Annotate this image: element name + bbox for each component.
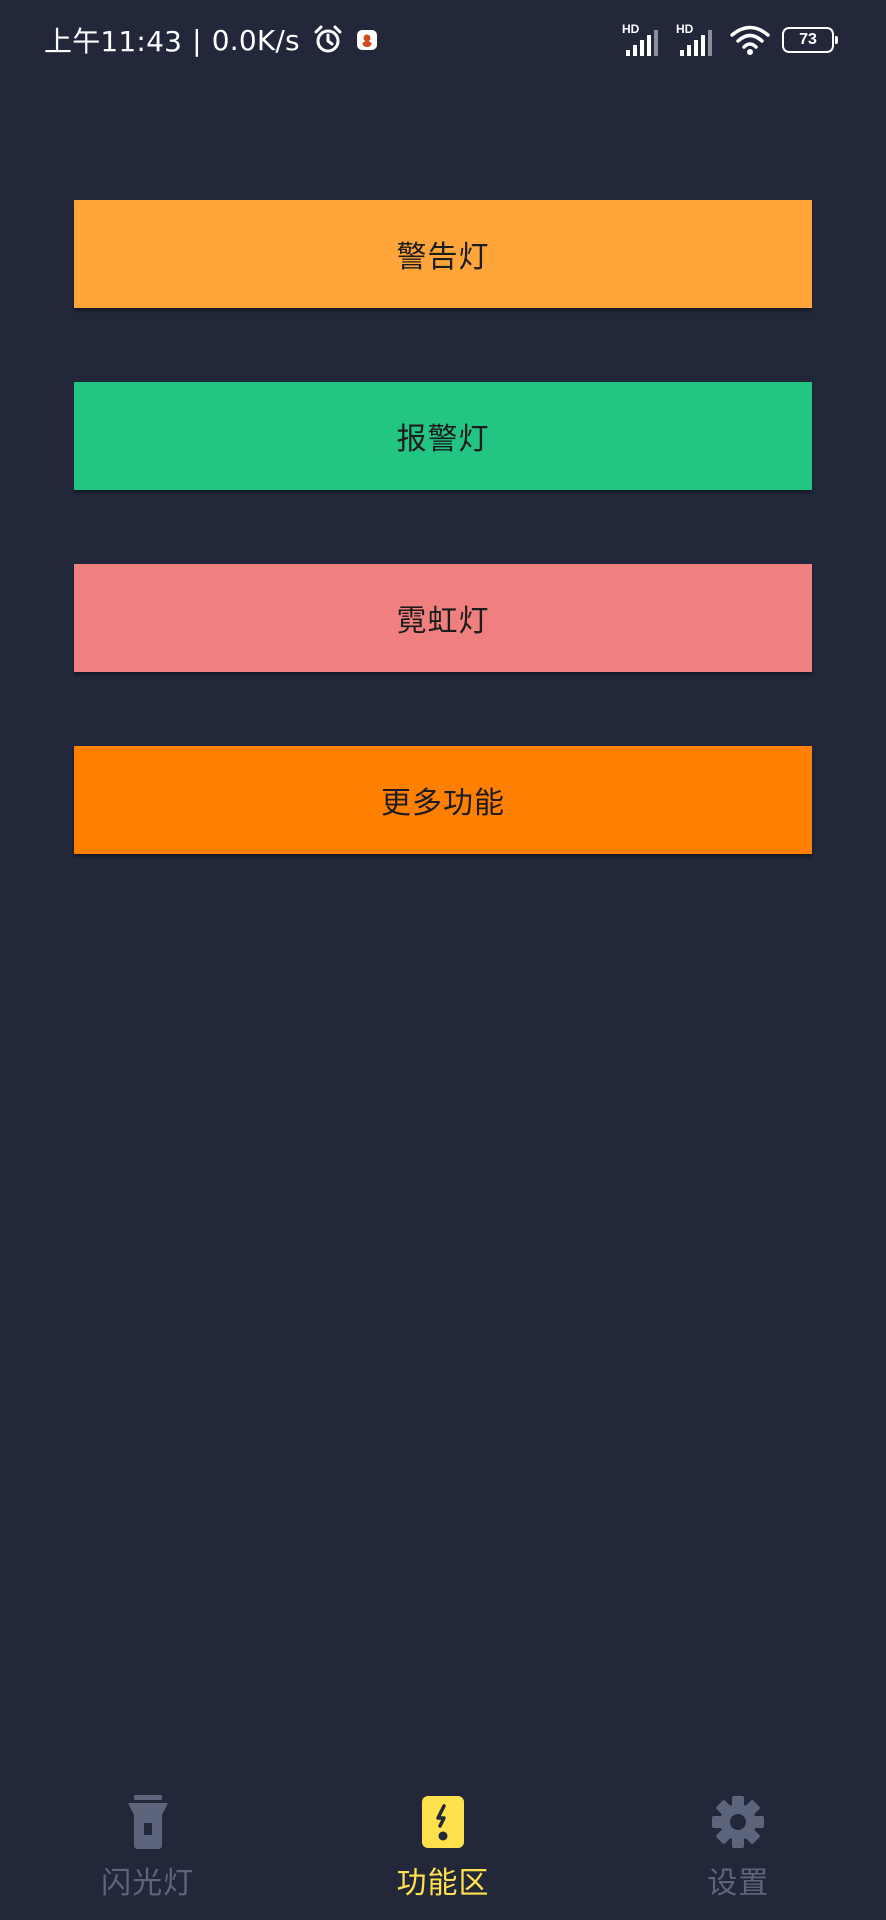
signal-strength-icon-2: HD: [676, 23, 718, 57]
wifi-icon: [730, 24, 770, 56]
battery-level: 73: [799, 31, 817, 48]
neon-light-label: 霓虹灯: [396, 604, 490, 639]
warning-light-button[interactable]: 警告灯: [74, 200, 812, 308]
warning-light-label: 警告灯: [396, 240, 490, 275]
alarm-light-label: 报警灯: [396, 422, 490, 457]
alarm-light-button[interactable]: 报警灯: [74, 382, 812, 490]
status-time: 上午11:43: [44, 25, 183, 58]
more-functions-button[interactable]: 更多功能: [74, 746, 812, 854]
status-separator: |: [192, 23, 202, 57]
bottom-navigation: 闪光灯 功能区 设置: [0, 1790, 886, 1920]
neon-light-button[interactable]: 霓虹灯: [74, 564, 812, 672]
flashlight-icon: [120, 1794, 176, 1850]
nav-item-functions[interactable]: 功能区: [295, 1790, 590, 1920]
nav-label-settings: 设置: [707, 1866, 770, 1901]
nav-item-settings[interactable]: 设置: [591, 1790, 886, 1920]
nav-item-flashlight[interactable]: 闪光灯: [0, 1790, 295, 1920]
nav-label-functions: 功能区: [396, 1866, 490, 1901]
gear-icon: [710, 1794, 766, 1850]
function-icon: [415, 1794, 471, 1850]
status-net-speed: 0.0K/s: [211, 23, 300, 57]
status-right: HD HD 73: [622, 20, 838, 60]
status-bar: 上午11:43 | 0.0K/s HD HD 73: [0, 0, 886, 80]
function-button-list: 警告灯 报警灯 霓虹灯 更多功能: [74, 200, 812, 928]
app-notification-icon: [356, 29, 378, 51]
signal-strength-icon-1: HD: [622, 23, 664, 57]
more-functions-label: 更多功能: [381, 786, 505, 821]
status-left: 上午11:43 | 0.0K/s: [44, 18, 378, 62]
alarm-clock-icon: [312, 24, 344, 56]
battery-indicator: 73: [782, 27, 838, 53]
app-screen: 上午11:43 | 0.0K/s HD HD 73 警告灯 报警灯 霓虹灯 更多…: [0, 0, 886, 1920]
nav-label-flashlight: 闪光灯: [101, 1866, 195, 1901]
